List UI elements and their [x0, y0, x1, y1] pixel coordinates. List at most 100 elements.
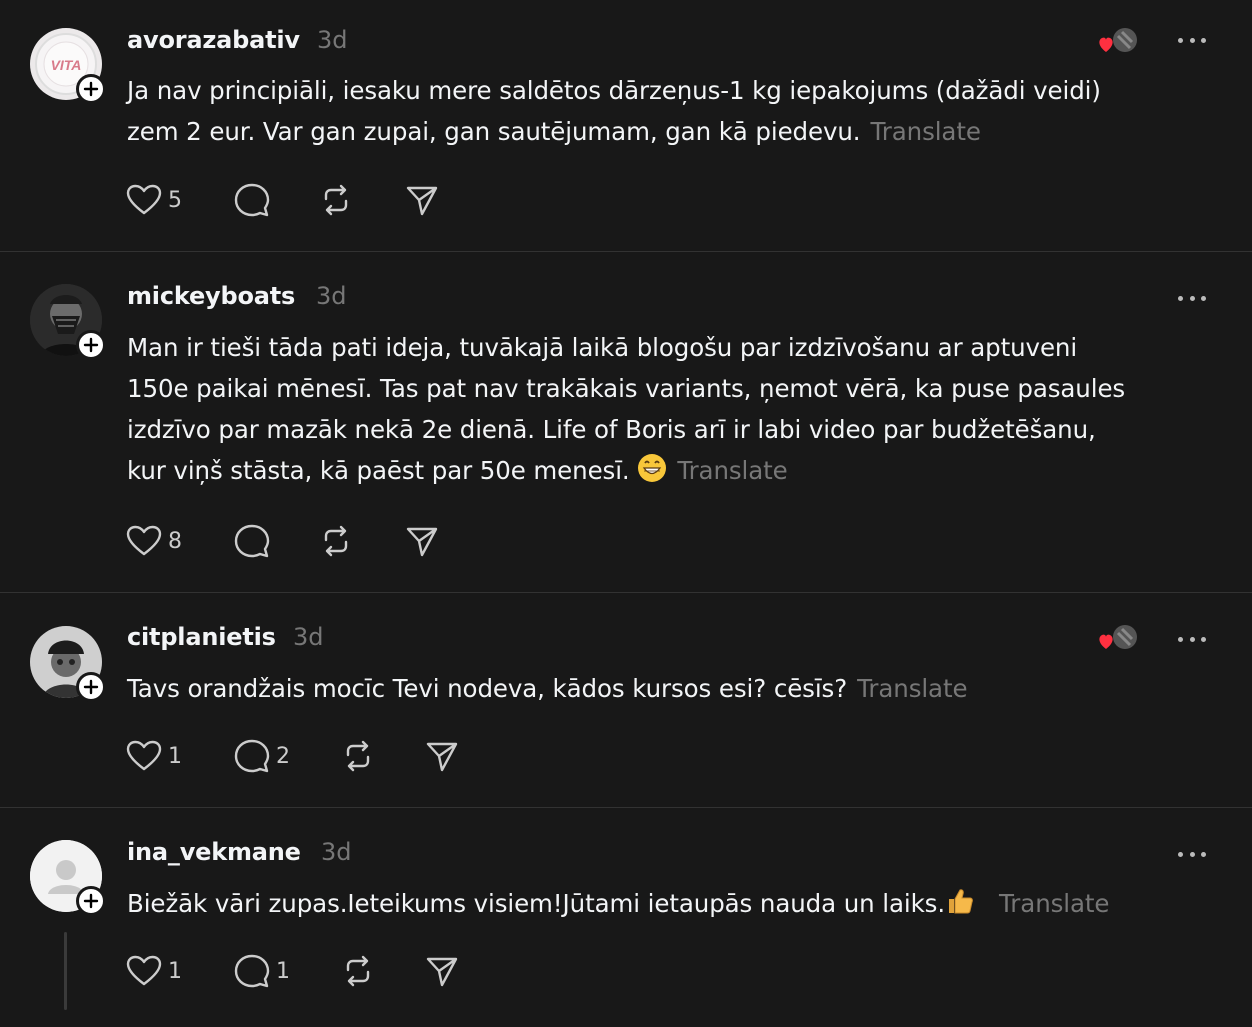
text-line: Man ir tieši tāda pati ideja, tuvākajā l…	[127, 333, 1078, 362]
username[interactable]: mickeyboats	[127, 282, 295, 310]
post-text: Man ir tieši tāda pati ideja, tuvākajā l…	[127, 327, 1197, 495]
follow-button[interactable]	[76, 886, 106, 916]
timestamp[interactable]: 3d	[321, 838, 352, 866]
text-line: zem 2 eur. Var gan zupai, gan sautējumam…	[127, 117, 861, 146]
follow-button[interactable]	[76, 330, 106, 360]
text-line: 150e paikai mēnesī. Tas pat nav trakākai…	[127, 374, 1126, 403]
author-avatar-heart-icon	[1099, 28, 1137, 52]
thumbs-up-emoji-icon	[945, 886, 975, 928]
translate-link[interactable]: Translate	[870, 117, 980, 146]
repost-button[interactable]	[340, 953, 376, 989]
plus-icon	[83, 337, 99, 353]
more-dot	[1201, 636, 1206, 642]
more-options-button[interactable]	[1178, 848, 1206, 860]
like-button[interactable]: 8	[126, 523, 182, 559]
text-line-with-translate: Biežāk vāri zupas.Ieteikums visiem!Jūtam…	[127, 883, 1197, 928]
author-liked-indicator	[1096, 623, 1142, 653]
action-bar: 1 1	[126, 953, 476, 989]
like-count: 5	[168, 187, 182, 213]
text-line: Biežāk vāri zupas.Ieteikums visiem!Jūtam…	[127, 889, 946, 918]
text-line-with-translate: zem 2 eur. Var gan zupai, gan sautējumam…	[127, 111, 1197, 152]
like-count: 1	[168, 958, 182, 984]
repost-button[interactable]	[340, 738, 376, 774]
comment-icon	[234, 183, 270, 217]
username[interactable]: ina_vekmane	[127, 838, 301, 866]
like-button[interactable]: 1	[126, 738, 182, 774]
like-button[interactable]: 5	[126, 182, 182, 218]
send-icon	[406, 527, 438, 557]
action-bar: 8	[126, 523, 446, 559]
timestamp[interactable]: 3d	[293, 623, 324, 651]
timestamp[interactable]: 3d	[316, 282, 347, 310]
post-text: Biežāk vāri zupas.Ieteikums visiem!Jūtam…	[127, 883, 1197, 928]
svg-text:VITA: VITA	[51, 57, 82, 73]
action-bar: 5	[126, 182, 446, 218]
more-dot	[1189, 295, 1195, 301]
reply-button[interactable]	[234, 523, 270, 559]
repost-icon	[346, 955, 370, 987]
like-count: 8	[168, 528, 182, 554]
grinning-face-emoji-icon	[637, 453, 667, 495]
reply-button[interactable]	[234, 182, 270, 218]
post-citplanietis: citplanietis 3d Tavs orandžais mocīc Tev…	[0, 593, 1252, 807]
avatar-container[interactable]	[30, 284, 106, 360]
username[interactable]: citplanietis	[127, 623, 276, 651]
more-dot	[1178, 37, 1183, 43]
thread-line	[64, 932, 67, 1010]
more-options-button[interactable]	[1178, 292, 1206, 304]
more-dot	[1178, 295, 1183, 301]
text-line: Ja nav principiāli, iesaku mere saldētos…	[127, 76, 1101, 105]
reply-button[interactable]: 1	[234, 953, 290, 989]
avatar-container[interactable]: VITA	[30, 28, 106, 104]
text-line-with-translate: kur viņš stāsta, kā paēst par 50e menesī…	[127, 450, 1197, 495]
repost-button[interactable]	[318, 523, 354, 559]
post-mickeyboats: mickeyboats 3d Man ir tieši tāda pati id…	[0, 252, 1252, 592]
share-button[interactable]	[424, 953, 460, 989]
more-dot	[1201, 851, 1206, 857]
translate-link[interactable]: Translate	[677, 456, 787, 485]
more-options-button[interactable]	[1178, 34, 1206, 46]
follow-button[interactable]	[76, 672, 106, 702]
more-options-button[interactable]	[1178, 633, 1206, 645]
plus-icon	[83, 81, 99, 97]
more-dot	[1189, 636, 1195, 642]
more-dot	[1178, 636, 1183, 642]
plus-icon	[83, 893, 99, 909]
heart-icon	[126, 184, 162, 215]
text-line: izdzīvo par mazāk nekā 2e dienā. Life of…	[127, 415, 1096, 444]
action-bar: 1 2	[126, 738, 476, 774]
send-icon	[406, 186, 438, 216]
share-button[interactable]	[424, 738, 460, 774]
avatar-container[interactable]	[30, 840, 106, 916]
repost-button[interactable]	[318, 182, 354, 218]
translate-link[interactable]: Translate	[999, 889, 1109, 918]
reply-button[interactable]: 2	[234, 738, 290, 774]
comment-icon	[234, 524, 270, 558]
author-liked-indicator	[1096, 26, 1142, 56]
text-line: kur viņš stāsta, kā paēst par 50e menesī…	[127, 456, 630, 485]
username[interactable]: avorazabativ	[127, 26, 300, 54]
post-text: Tavs orandžais mocīc Tevi nodeva, kādos …	[127, 668, 1197, 709]
plus-icon	[83, 679, 99, 695]
post-ina-vekmane: ina_vekmane 3d Biežāk vāri zupas.Ieteiku…	[0, 808, 1252, 1027]
repost-icon	[324, 525, 348, 557]
repost-icon	[324, 184, 348, 216]
more-dot	[1189, 37, 1195, 43]
share-button[interactable]	[404, 523, 440, 559]
translate-link[interactable]: Translate	[857, 674, 967, 703]
share-button[interactable]	[404, 182, 440, 218]
heart-icon	[126, 740, 162, 771]
heart-icon	[126, 955, 162, 986]
reply-count: 2	[276, 743, 290, 769]
more-dot	[1189, 851, 1195, 857]
post-text: Ja nav principiāli, iesaku mere saldētos…	[127, 70, 1197, 152]
comment-icon	[234, 954, 270, 988]
heart-icon	[126, 525, 162, 556]
more-dot	[1201, 295, 1206, 301]
like-count: 1	[168, 743, 182, 769]
avatar-container[interactable]	[30, 626, 106, 702]
timestamp[interactable]: 3d	[317, 26, 348, 54]
text-line-with-translate: Tavs orandžais mocīc Tevi nodeva, kādos …	[127, 668, 1197, 709]
like-button[interactable]: 1	[126, 953, 182, 989]
follow-button[interactable]	[76, 74, 106, 104]
